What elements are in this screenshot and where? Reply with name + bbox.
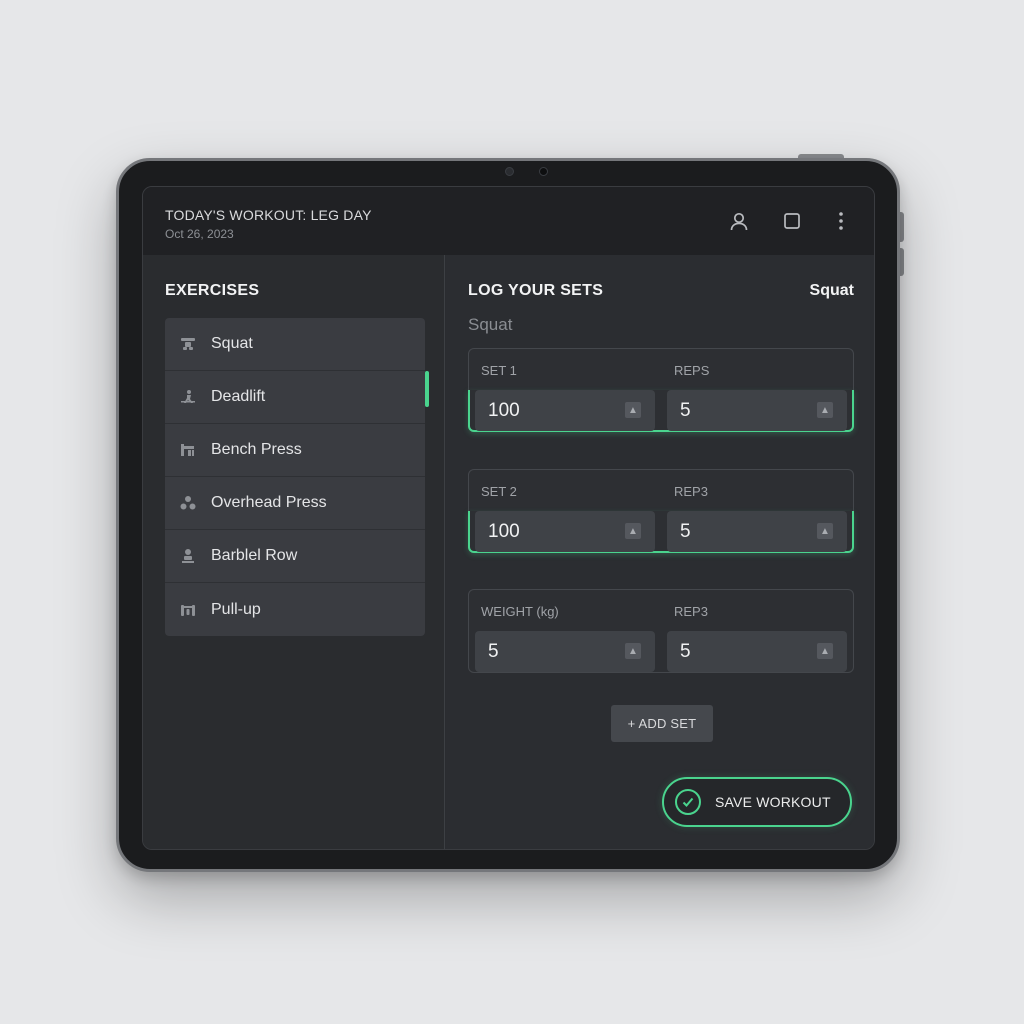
exercise-label: Deadlift: [211, 388, 266, 405]
reps-label: REP3: [674, 484, 708, 499]
deadlift-icon: [179, 388, 197, 406]
reps-input[interactable]: 5 ▲: [667, 631, 847, 672]
exercise-label: Barblel Row: [211, 547, 298, 564]
reps-input[interactable]: 5 ▲: [667, 390, 847, 431]
overhead-press-icon: [179, 494, 197, 512]
barbell-row-icon: [179, 547, 197, 565]
more-vertical-icon[interactable]: [829, 209, 853, 233]
reps-value: 5: [680, 640, 691, 662]
reps-label: REPS: [674, 363, 710, 378]
squat-icon: [179, 335, 197, 353]
exercise-item-pull-up[interactable]: Pull-up: [165, 583, 425, 636]
reps-label: REP3: [674, 604, 708, 619]
reps-value: 5: [680, 520, 691, 542]
reps-input[interactable]: 5 ▲: [667, 511, 847, 552]
page-title: TODAY'S WORKOUT: LEG DAY: [165, 207, 372, 223]
workout-date: Oct 26, 2023: [165, 227, 234, 241]
exercise-item-squat[interactable]: Squat: [165, 318, 425, 371]
save-workout-label: SAVE WORKOUT: [715, 794, 831, 810]
exercise-label: Bench Press: [211, 441, 302, 458]
weight-input[interactable]: 100 ▲: [475, 511, 655, 552]
exercise-item-overhead-press[interactable]: Overhead Press: [165, 477, 425, 530]
weight-value: 100: [488, 399, 520, 421]
exercise-subtitle: Squat: [468, 315, 513, 334]
user-icon[interactable]: [727, 209, 751, 233]
exercise-sidebar: EXERCISES Squat Deadlift Bench Press Ove…: [143, 255, 445, 849]
tablet-frame: TODAY'S WORKOUT: LEG DAY Oct 26, 2023 EX…: [116, 158, 900, 872]
exercise-item-deadlift[interactable]: Deadlift: [165, 371, 425, 424]
current-exercise: Squat: [809, 282, 854, 299]
check-circle-icon: [675, 789, 701, 815]
reps-value: 5: [680, 399, 691, 421]
app-screen: TODAY'S WORKOUT: LEG DAY Oct 26, 2023 EX…: [142, 186, 875, 850]
weight-input[interactable]: 100 ▲: [475, 390, 655, 431]
chevron-up-icon[interactable]: ▲: [817, 643, 833, 659]
chevron-up-icon[interactable]: ▲: [625, 523, 641, 539]
weight-label: WEIGHT (kg): [481, 604, 559, 619]
square-icon[interactable]: [780, 209, 804, 233]
exercise-item-bench-press[interactable]: Bench Press: [165, 424, 425, 477]
exercise-label: Pull-up: [211, 600, 261, 618]
exercises-heading: EXERCISES: [165, 282, 260, 299]
header-bar: TODAY'S WORKOUT: LEG DAY Oct 26, 2023: [143, 187, 874, 255]
front-camera: [539, 167, 548, 176]
active-item-indicator: [425, 371, 429, 407]
chevron-up-icon[interactable]: ▲: [625, 402, 641, 418]
weight-input[interactable]: 5 ▲: [475, 631, 655, 672]
exercise-label: Overhead Press: [211, 494, 327, 511]
set-label: SET 1: [481, 363, 517, 378]
exercise-item-barbell-row[interactable]: Barblel Row: [165, 530, 425, 583]
save-workout-button[interactable]: SAVE WORKOUT: [662, 777, 852, 827]
weight-value: 100: [488, 520, 520, 542]
pull-up-icon: [179, 601, 197, 619]
chevron-up-icon[interactable]: ▲: [625, 643, 641, 659]
set-card: WEIGHT (kg) REP3 5 ▲ 5 ▲: [468, 589, 854, 673]
add-set-button[interactable]: + ADD SET: [611, 705, 713, 742]
set-label: SET 2: [481, 484, 517, 499]
weight-value: 5: [488, 640, 499, 662]
exercise-label: Squat: [211, 335, 253, 352]
exercise-list: Squat Deadlift Bench Press Overhead Pres…: [165, 318, 425, 636]
set-card: SET 2 REP3 100 ▲ 5 ▲: [468, 469, 854, 553]
chevron-up-icon[interactable]: ▲: [817, 523, 833, 539]
log-sets-heading: LOG YOUR SETS: [468, 282, 604, 299]
chevron-up-icon[interactable]: ▲: [817, 402, 833, 418]
log-sets-panel: LOG YOUR SETS Squat Squat SET 1 REPS 100…: [446, 255, 874, 849]
bench-press-icon: [179, 441, 197, 459]
camera-sensor: [505, 167, 514, 176]
set-card: SET 1 REPS 100 ▲ 5 ▲: [468, 348, 854, 432]
